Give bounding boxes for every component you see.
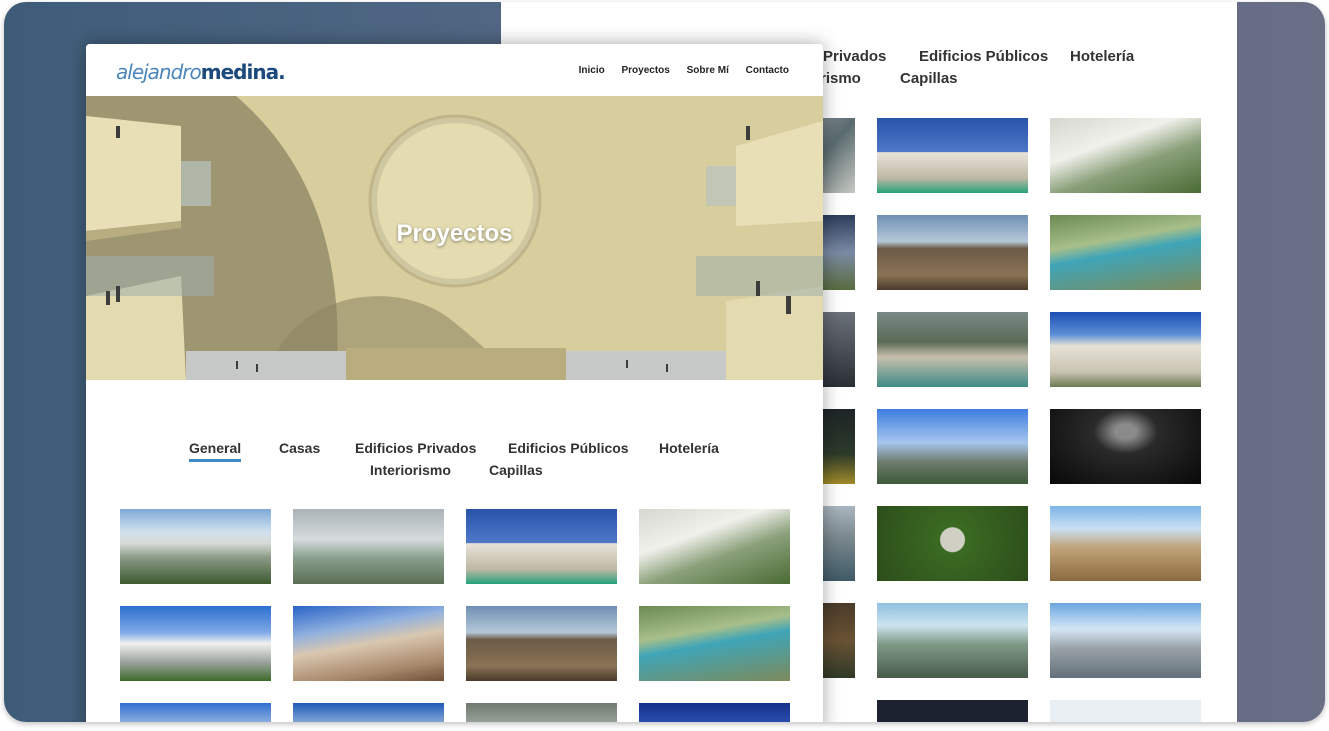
project-thumbnail[interactable] [1050,506,1201,581]
project-thumbnail[interactable] [1050,409,1201,484]
site-header: alejandromedina. Inicio Proyectos Sobre … [86,44,823,96]
project-thumbnail[interactable] [877,700,1028,722]
logo-text-last: medina. [200,60,286,84]
project-thumbnail[interactable] [293,509,444,584]
screenshot-frame: Privados Edificios Públicos Hotelería ri… [4,2,1325,722]
tab-capillas[interactable]: Capillas [489,462,543,478]
site-logo[interactable]: alejandromedina. [116,60,286,84]
back-tab-interiorismo[interactable]: rismo [820,70,861,87]
project-thumbnail[interactable] [877,603,1028,678]
nav-item-inicio[interactable]: Inicio [579,65,605,76]
tab-interiorismo[interactable]: Interiorismo [370,462,451,478]
nav-item-sobre-mi[interactable]: Sobre Mí [687,65,729,76]
project-thumbnail[interactable] [1050,700,1201,722]
project-thumbnail[interactable] [1050,118,1201,193]
back-tab-publicos[interactable]: Edificios Públicos [919,48,1048,65]
project-thumbnail[interactable] [1050,603,1201,678]
project-thumbnail[interactable] [639,509,790,584]
nav-item-proyectos[interactable]: Proyectos [622,65,670,76]
project-thumbnail[interactable] [877,409,1028,484]
back-tab-hoteleria[interactable]: Hotelería [1070,48,1134,65]
website-page: alejandromedina. Inicio Proyectos Sobre … [86,44,823,722]
tab-edificios-publicos[interactable]: Edificios Públicos [508,440,629,456]
tab-hoteleria[interactable]: Hotelería [659,440,719,456]
hero-title: Proyectos [396,220,513,247]
tab-general[interactable]: General [189,440,242,462]
project-thumbnail[interactable] [877,215,1028,290]
logo-text-first: alejandro [116,60,202,84]
project-thumbnail[interactable] [877,118,1028,193]
project-thumbnail[interactable] [639,703,790,722]
project-thumbnail[interactable] [120,509,271,584]
project-thumbnail[interactable] [1050,312,1201,387]
project-thumbnail[interactable] [639,606,790,681]
project-thumbnail[interactable] [293,606,444,681]
back-tab-privados[interactable]: Privados [823,48,886,65]
project-thumbnail[interactable] [466,606,617,681]
project-thumbnail[interactable] [293,703,444,722]
tab-casas[interactable]: Casas [279,440,320,456]
project-thumbnail[interactable] [120,606,271,681]
project-thumbnail[interactable] [466,703,617,722]
project-thumbnail[interactable] [466,509,617,584]
hero-banner: Proyectos [86,96,823,380]
nav-item-contacto[interactable]: Contacto [746,65,789,76]
project-thumbnail[interactable] [877,506,1028,581]
project-thumbnail[interactable] [877,312,1028,387]
main-nav: Inicio Proyectos Sobre Mí Contacto [565,65,789,76]
project-thumbnail[interactable] [120,703,271,722]
project-thumbnail[interactable] [1050,215,1201,290]
back-tab-capillas[interactable]: Capillas [900,70,958,87]
tab-edificios-privados[interactable]: Edificios Privados [355,440,476,456]
